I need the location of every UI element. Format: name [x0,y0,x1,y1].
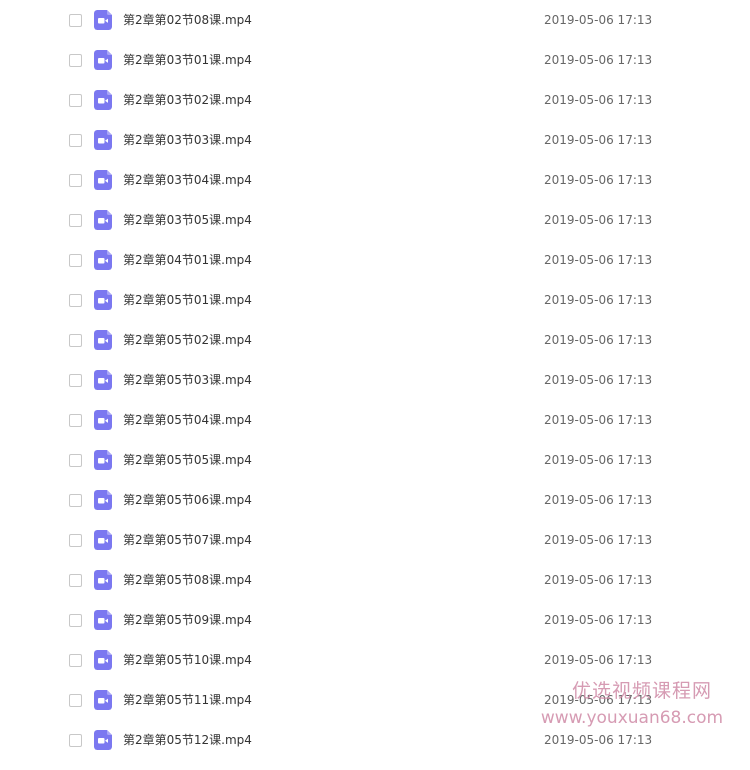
file-row[interactable]: 第2章第05节10课.mp4 2019-05-06 17:13 [0,640,750,680]
file-name[interactable]: 第2章第05节12课.mp4 [123,732,252,748]
file-row[interactable]: 第2章第03节01课.mp4 2019-05-06 17:13 [0,40,750,80]
file-checkbox[interactable] [69,534,82,547]
video-file-icon [94,170,112,190]
file-checkbox[interactable] [69,174,82,187]
video-file-icon [94,130,112,150]
video-file-icon [94,450,112,470]
file-row[interactable]: 第2章第05节03课.mp4 2019-05-06 17:13 [0,360,750,400]
file-date: 2019-05-06 17:13 [544,453,653,467]
file-row[interactable]: 第2章第05节08课.mp4 2019-05-06 17:13 [0,560,750,600]
video-file-icon [94,370,112,390]
file-date: 2019-05-06 17:13 [544,133,653,147]
video-file-icon [94,730,112,750]
file-checkbox[interactable] [69,334,82,347]
file-list: 第2章第02节08课.mp4 2019-05-06 17:13 第2章第03节01课… [0,0,750,760]
file-name[interactable]: 第2章第05节09课.mp4 [123,612,252,628]
file-checkbox[interactable] [69,694,82,707]
file-date: 2019-05-06 17:13 [544,253,653,267]
file-name[interactable]: 第2章第03节01课.mp4 [123,52,252,68]
file-date: 2019-05-06 17:13 [544,93,653,107]
file-name[interactable]: 第2章第05节04课.mp4 [123,412,252,428]
file-name[interactable]: 第2章第04节01课.mp4 [123,252,252,268]
file-row[interactable]: 第2章第05节06课.mp4 2019-05-06 17:13 [0,480,750,520]
video-file-icon [94,10,112,30]
file-row[interactable]: 第2章第05节12课.mp4 2019-05-06 17:13 [0,720,750,760]
file-date: 2019-05-06 17:13 [544,333,653,347]
file-checkbox[interactable] [69,14,82,27]
file-row[interactable]: 第2章第03节02课.mp4 2019-05-06 17:13 [0,80,750,120]
file-date: 2019-05-06 17:13 [544,653,653,667]
file-date: 2019-05-06 17:13 [544,733,653,747]
file-checkbox[interactable] [69,294,82,307]
file-row[interactable]: 第2章第02节08课.mp4 2019-05-06 17:13 [0,0,750,40]
video-file-icon [94,210,112,230]
file-date: 2019-05-06 17:13 [544,13,653,27]
file-name[interactable]: 第2章第03节04课.mp4 [123,172,252,188]
video-file-icon [94,410,112,430]
video-file-icon [94,690,112,710]
file-date: 2019-05-06 17:13 [544,573,653,587]
file-row[interactable]: 第2章第03节05课.mp4 2019-05-06 17:13 [0,200,750,240]
file-row[interactable]: 第2章第05节09课.mp4 2019-05-06 17:13 [0,600,750,640]
file-name[interactable]: 第2章第05节05课.mp4 [123,452,252,468]
file-date: 2019-05-06 17:13 [544,53,653,67]
file-checkbox[interactable] [69,494,82,507]
file-checkbox[interactable] [69,454,82,467]
file-date: 2019-05-06 17:13 [544,493,653,507]
file-name[interactable]: 第2章第05节02课.mp4 [123,332,252,348]
file-date: 2019-05-06 17:13 [544,373,653,387]
file-name[interactable]: 第2章第03节03课.mp4 [123,132,252,148]
file-row[interactable]: 第2章第05节02课.mp4 2019-05-06 17:13 [0,320,750,360]
file-checkbox[interactable] [69,614,82,627]
file-row[interactable]: 第2章第05节05课.mp4 2019-05-06 17:13 [0,440,750,480]
video-file-icon [94,290,112,310]
file-name[interactable]: 第2章第05节11课.mp4 [123,692,252,708]
file-checkbox[interactable] [69,134,82,147]
file-checkbox[interactable] [69,574,82,587]
file-row[interactable]: 第2章第05节01课.mp4 2019-05-06 17:13 [0,280,750,320]
file-checkbox[interactable] [69,94,82,107]
video-file-icon [94,250,112,270]
file-row[interactable]: 第2章第05节04课.mp4 2019-05-06 17:13 [0,400,750,440]
file-date: 2019-05-06 17:13 [544,693,653,707]
file-date: 2019-05-06 17:13 [544,413,653,427]
video-file-icon [94,650,112,670]
file-row[interactable]: 第2章第05节11课.mp4 2019-05-06 17:13 [0,680,750,720]
file-date: 2019-05-06 17:13 [544,173,653,187]
file-name[interactable]: 第2章第05节08课.mp4 [123,572,252,588]
video-file-icon [94,530,112,550]
file-name[interactable]: 第2章第05节01课.mp4 [123,292,252,308]
file-checkbox[interactable] [69,214,82,227]
video-file-icon [94,610,112,630]
file-name[interactable]: 第2章第05节10课.mp4 [123,652,252,668]
file-name[interactable]: 第2章第05节06课.mp4 [123,492,252,508]
file-date: 2019-05-06 17:13 [544,213,653,227]
file-name[interactable]: 第2章第03节02课.mp4 [123,92,252,108]
file-date: 2019-05-06 17:13 [544,613,653,627]
file-name[interactable]: 第2章第03节05课.mp4 [123,212,252,228]
file-checkbox[interactable] [69,654,82,667]
file-row[interactable]: 第2章第05节07课.mp4 2019-05-06 17:13 [0,520,750,560]
video-file-icon [94,570,112,590]
file-name[interactable]: 第2章第05节07课.mp4 [123,532,252,548]
video-file-icon [94,90,112,110]
file-row[interactable]: 第2章第04节01课.mp4 2019-05-06 17:13 [0,240,750,280]
file-row[interactable]: 第2章第03节03课.mp4 2019-05-06 17:13 [0,120,750,160]
file-name[interactable]: 第2章第02节08课.mp4 [123,12,252,28]
file-date: 2019-05-06 17:13 [544,533,653,547]
file-checkbox[interactable] [69,254,82,267]
video-file-icon [94,50,112,70]
file-date: 2019-05-06 17:13 [544,293,653,307]
video-file-icon [94,490,112,510]
file-checkbox[interactable] [69,414,82,427]
file-row[interactable]: 第2章第03节04课.mp4 2019-05-06 17:13 [0,160,750,200]
file-checkbox[interactable] [69,734,82,747]
file-name[interactable]: 第2章第05节03课.mp4 [123,372,252,388]
file-checkbox[interactable] [69,54,82,67]
video-file-icon [94,330,112,350]
file-checkbox[interactable] [69,374,82,387]
